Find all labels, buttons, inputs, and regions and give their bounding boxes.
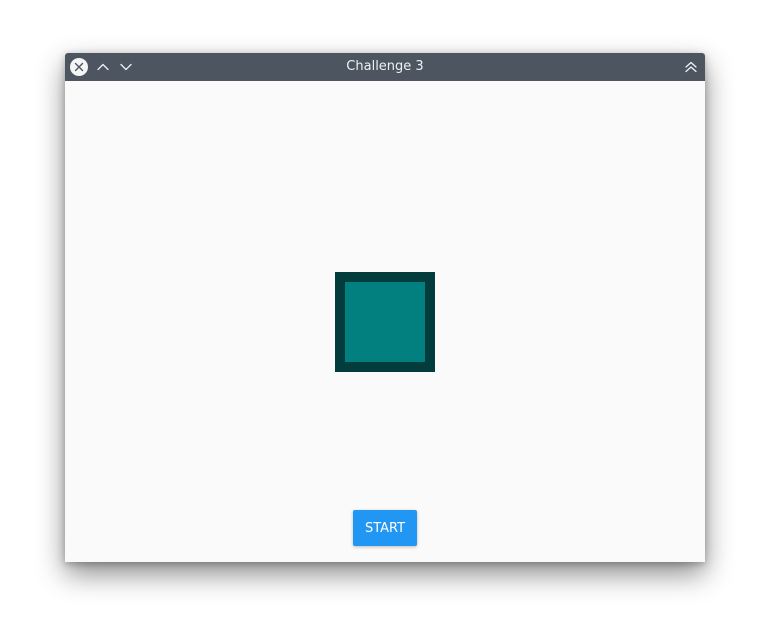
keep-above-button[interactable] [682,58,700,76]
teal-square [335,272,435,372]
close-icon [74,62,84,72]
app-window: Challenge 3 START [65,53,705,562]
content-area: START [65,81,705,562]
desktop: Challenge 3 START [0,0,770,639]
maximize-button[interactable] [117,58,135,76]
start-button[interactable]: START [353,510,417,546]
chevron-down-icon [120,63,132,71]
title-bar[interactable]: Challenge 3 [65,53,705,81]
chevron-up-icon [97,63,109,71]
minimize-button[interactable] [94,58,112,76]
double-chevron-up-icon [685,61,697,73]
window-title: Challenge 3 [346,59,424,74]
close-button[interactable] [70,58,88,76]
